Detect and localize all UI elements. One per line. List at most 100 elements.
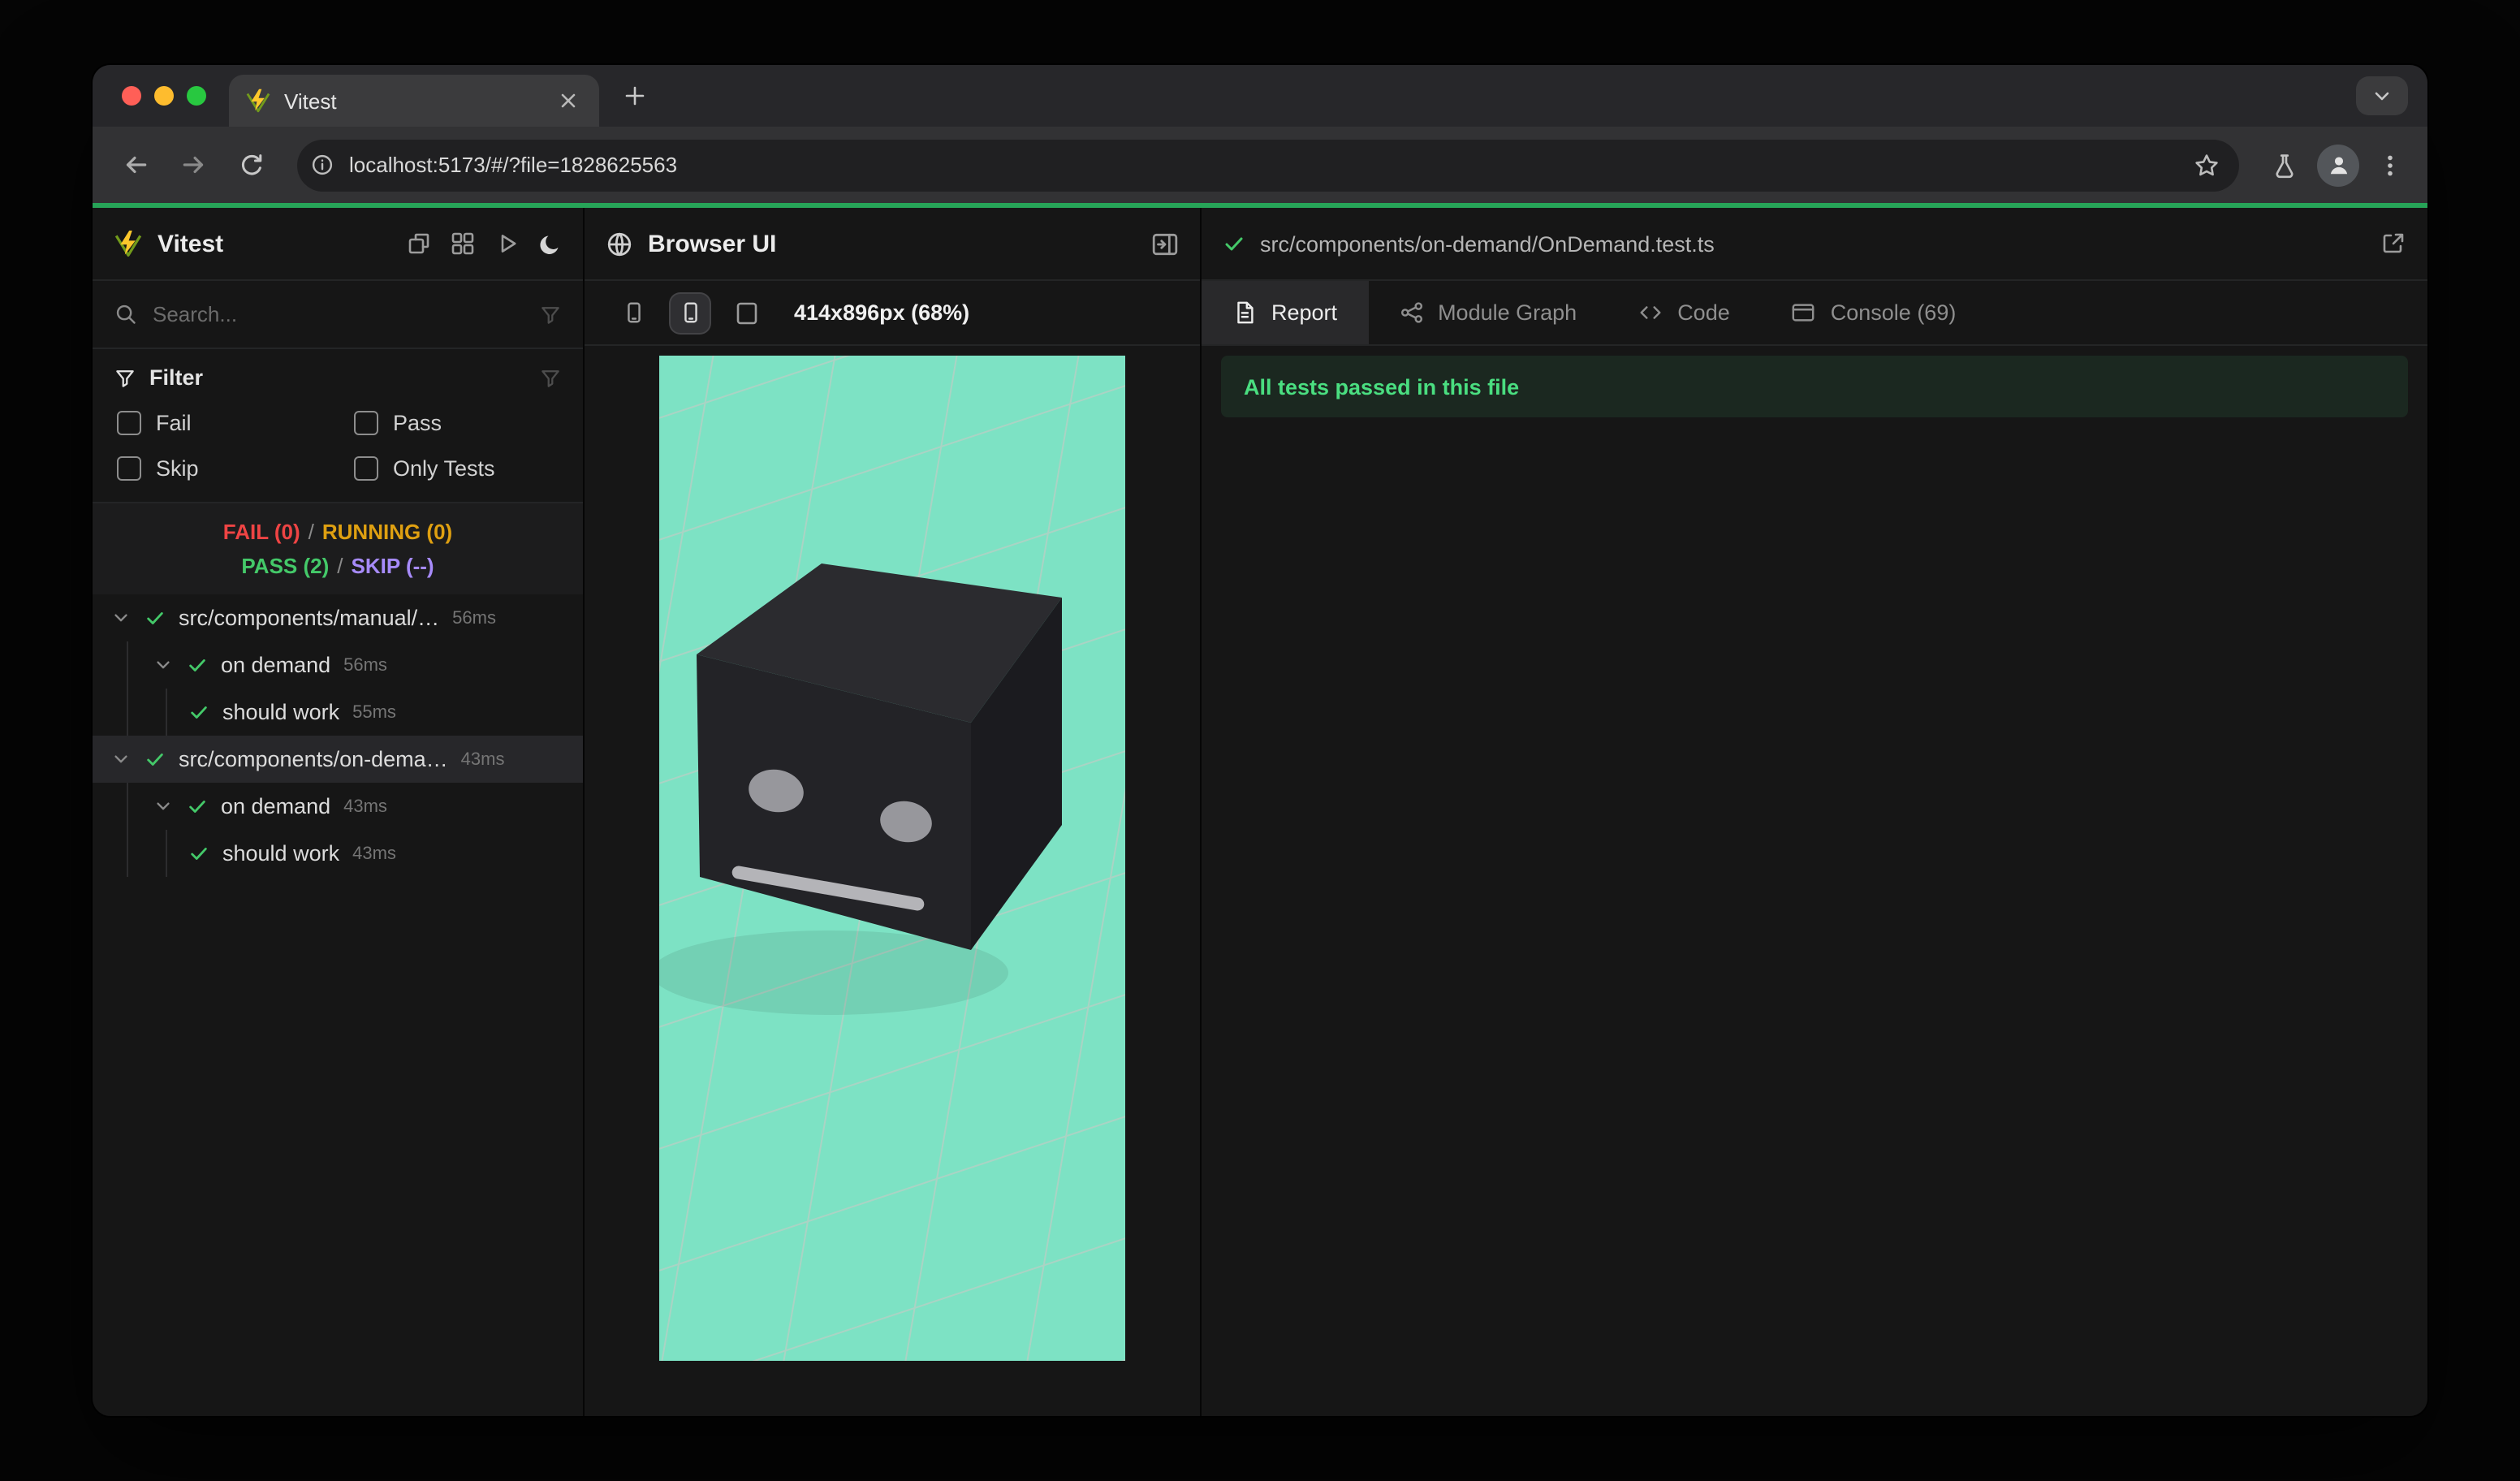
pass-check-icon	[185, 796, 208, 817]
checkbox-box[interactable]	[117, 411, 141, 435]
back-button[interactable]	[109, 139, 161, 191]
filter-panel: Filter Fail Pass Skip Only Tests	[93, 349, 583, 503]
tree-suite-row[interactable]: on demand 56ms	[93, 641, 583, 689]
banner-text: All tests passed in this file	[1244, 374, 1520, 399]
tree-file-row[interactable]: src/components/manual/… 56ms	[93, 594, 583, 641]
tab-report[interactable]: Report	[1202, 281, 1369, 344]
browser-toolbar: localhost:5173/#/?file=1828625563	[93, 127, 2427, 203]
run-summary: FAIL (0) / RUNNING (0) PASS (2) / SKIP (--)	[93, 503, 583, 594]
close-tab-icon[interactable]	[554, 86, 583, 115]
profile-avatar[interactable]	[2317, 144, 2359, 186]
tab-code[interactable]: Code	[1607, 281, 1761, 344]
tree-indent-guide	[166, 830, 167, 877]
filter-checkbox-skip[interactable]: Skip	[117, 456, 354, 481]
search-filter-icon[interactable]	[539, 303, 562, 326]
sidebar-header: Vitest	[93, 208, 583, 281]
test-duration: 43ms	[352, 844, 396, 863]
device-mobile-icon[interactable]	[614, 293, 653, 332]
tab-search-chevron-icon[interactable]	[2356, 76, 2408, 115]
detach-window-icon[interactable]	[406, 231, 432, 257]
globe-icon	[606, 230, 633, 257]
chevron-down-icon[interactable]	[154, 656, 172, 674]
test-duration: 56ms	[343, 655, 387, 675]
bookmark-star-icon[interactable]	[2194, 152, 2220, 178]
screen-background: Vitest localhost:5173/#/?file=1828625563…	[0, 0, 2520, 1481]
all-tests-passed-banner: All tests passed in this file	[1221, 356, 2408, 417]
open-in-editor-icon[interactable]	[2380, 231, 2406, 257]
tab-console[interactable]: Console (69)	[1761, 281, 1987, 344]
test-name: should work	[222, 700, 340, 724]
window-controls	[122, 86, 206, 106]
tree-indent-guide	[127, 783, 128, 877]
tab-strip: Vitest	[93, 65, 2427, 127]
minimize-window-button[interactable]	[154, 86, 174, 106]
tested-app-viewport[interactable]	[659, 356, 1125, 1361]
url-text: localhost:5173/#/?file=1828625563	[349, 153, 678, 177]
browser-menu-icon[interactable]	[2379, 152, 2401, 178]
filter-title-row: Filter	[114, 365, 562, 390]
open-file-path: src/components/on-demand/OnDemand.test.t…	[1260, 231, 1715, 256]
tab-label: Module Graph	[1438, 300, 1577, 325]
checkbox-label: Skip	[156, 456, 199, 481]
tab-label: Code	[1677, 300, 1730, 325]
tree-indent-guide	[127, 641, 128, 736]
pass-check-icon	[143, 607, 166, 628]
chevron-down-icon[interactable]	[112, 750, 130, 768]
filter-checkbox-only-tests[interactable]: Only Tests	[354, 456, 562, 481]
checkbox-box[interactable]	[354, 456, 378, 481]
browser-window: Vitest localhost:5173/#/?file=1828625563…	[93, 65, 2427, 1416]
vitest-ui: Vitest Search... Filter Fail Pass Skip O…	[93, 208, 2427, 1416]
chevron-down-icon[interactable]	[112, 609, 130, 627]
site-info-icon[interactable]	[310, 153, 334, 177]
reload-button[interactable]	[226, 139, 278, 191]
test-duration: 43ms	[460, 749, 505, 769]
summary-line-1: FAIL (0) / RUNNING (0)	[93, 515, 583, 549]
checkbox-box[interactable]	[354, 411, 378, 435]
tree-indent-guide	[166, 689, 167, 736]
pass-check-icon	[185, 654, 208, 676]
expand-panel-icon[interactable]	[1151, 230, 1179, 257]
tree-file-row[interactable]: src/components/on-dema… 43ms	[93, 736, 583, 783]
report-tabs: Report Module Graph Code Console (69)	[1202, 281, 2427, 346]
zoom-window-button[interactable]	[187, 86, 206, 106]
robot-cube	[697, 563, 1062, 950]
browser-ui-panel: Browser UI 414x896px (68%)	[585, 208, 1202, 1416]
fail-count: FAIL (0)	[222, 520, 300, 544]
filter-options: Fail Pass Skip Only Tests	[114, 411, 562, 481]
summary-separator: /	[337, 554, 343, 578]
tab-label: Console (69)	[1830, 300, 1957, 325]
close-window-button[interactable]	[122, 86, 141, 106]
preview-title: Browser UI	[648, 230, 777, 257]
experiments-flask-icon[interactable]	[2272, 152, 2298, 178]
test-tree: src/components/manual/… 56ms on demand 5…	[93, 594, 583, 1416]
run-all-icon[interactable]	[494, 231, 520, 257]
chevron-down-icon[interactable]	[154, 797, 172, 815]
pass-count: PASS (2)	[241, 554, 330, 578]
browser-tab[interactable]: Vitest	[229, 75, 599, 127]
checkbox-label: Fail	[156, 411, 192, 435]
address-bar[interactable]: localhost:5173/#/?file=1828625563	[297, 139, 2239, 191]
search-input[interactable]	[153, 302, 524, 326]
vitest-logo	[114, 229, 143, 258]
toolbar-right-icons	[2272, 144, 2401, 186]
dashboard-icon[interactable]	[450, 231, 476, 257]
tab-label: Report	[1271, 300, 1338, 325]
report-panel: src/components/on-demand/OnDemand.test.t…	[1202, 208, 2427, 1416]
viewport-area	[585, 346, 1200, 1416]
filter-checkbox-pass[interactable]: Pass	[354, 411, 562, 435]
device-tablet-icon[interactable]	[727, 293, 766, 332]
funnel-icon	[114, 366, 136, 389]
test-duration: 43ms	[343, 797, 387, 816]
dark-mode-icon[interactable]	[537, 231, 562, 256]
checkbox-box[interactable]	[117, 456, 141, 481]
forward-button[interactable]	[167, 139, 219, 191]
preview-header: Browser UI	[585, 208, 1200, 281]
clear-filters-icon[interactable]	[539, 366, 562, 389]
new-tab-button[interactable]	[612, 73, 658, 119]
tree-suite-row[interactable]: on demand 43ms	[93, 783, 583, 830]
filter-checkbox-fail[interactable]: Fail	[117, 411, 354, 435]
test-duration: 55ms	[352, 702, 396, 722]
device-mobile-selected-icon[interactable]	[671, 293, 710, 332]
tab-module-graph[interactable]: Module Graph	[1368, 281, 1607, 344]
suite-name: on demand	[221, 794, 331, 818]
